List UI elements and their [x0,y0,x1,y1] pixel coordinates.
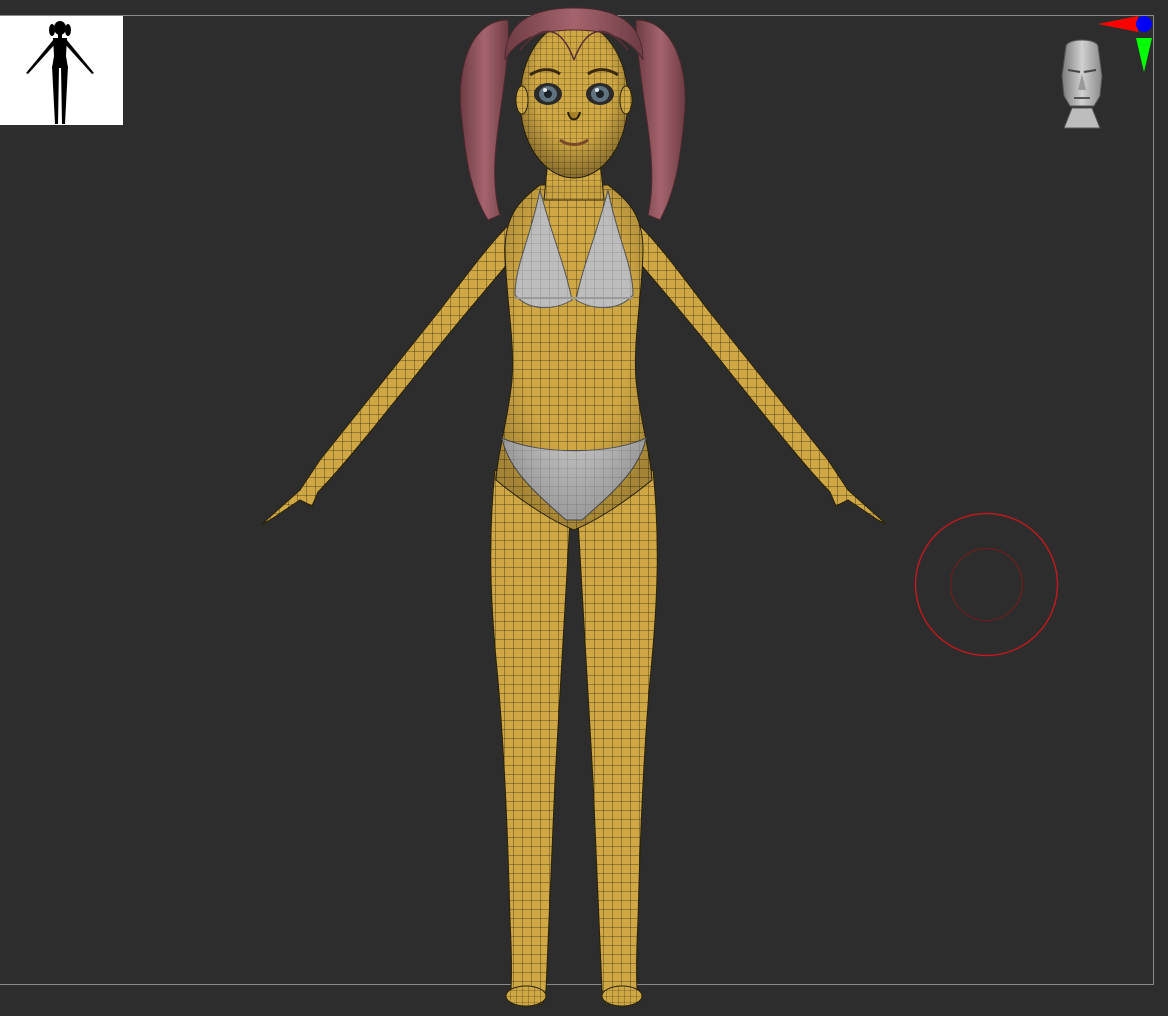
character-model[interactable] [0,0,1168,1016]
hair-pigtail-right [635,19,686,221]
hair-pigtail-left [459,19,510,221]
foot-left [505,985,547,1007]
navigation-head-icon[interactable] [1054,36,1110,140]
leg-right [577,469,658,1005]
brush-cursor-icon [914,512,1059,657]
leg-left [490,469,571,1005]
arm-right [627,213,887,525]
arm-left [261,213,521,525]
3d-viewport[interactable] [0,0,1168,1016]
foot-right [601,985,643,1007]
